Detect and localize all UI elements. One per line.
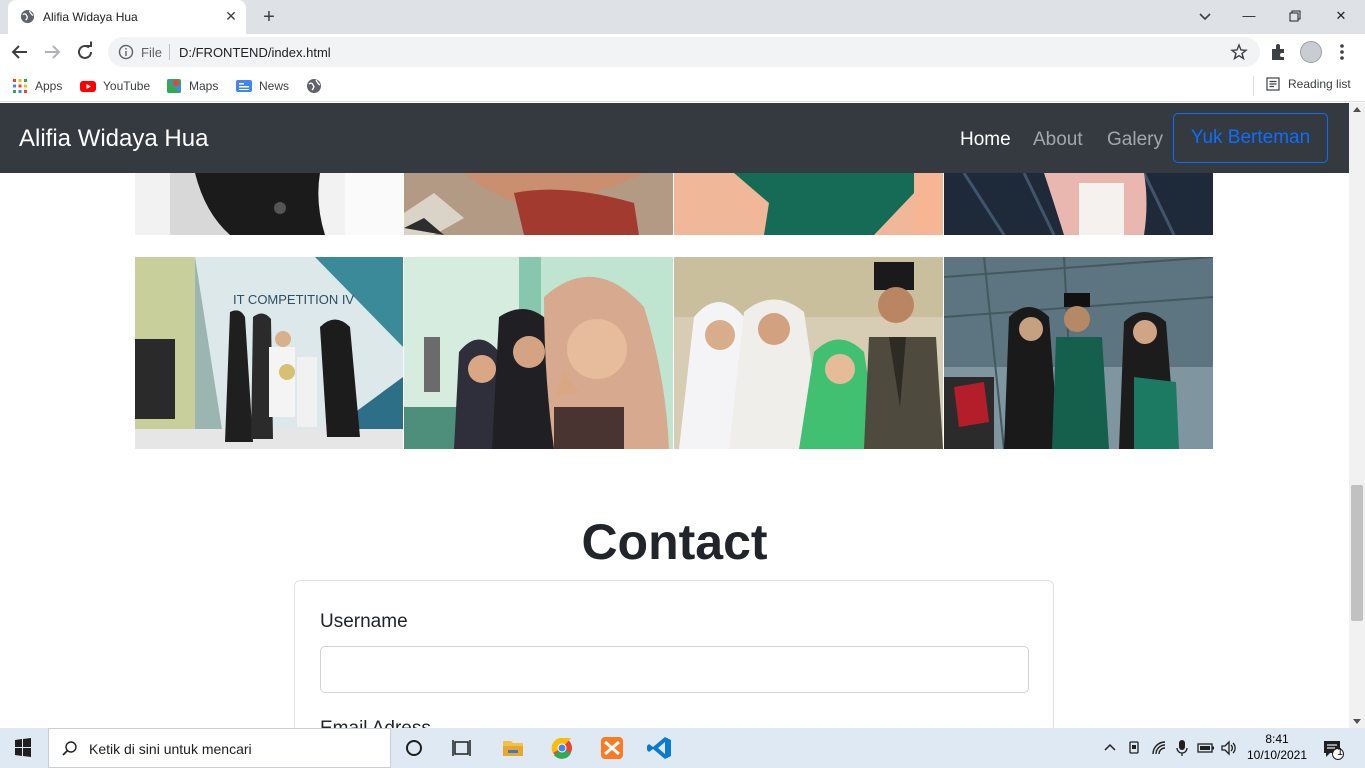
page-viewport: Alifia Widaya Hua Home About Galery Yuk … [0, 103, 1349, 728]
tab-title: Alifia Widaya Hua [43, 10, 138, 24]
scroll-up-arrow-icon[interactable] [1353, 107, 1361, 112]
url-text[interactable]: D:/FRONTEND/index.html [179, 45, 331, 60]
gallery-photo [944, 173, 1213, 235]
url-scheme-label: File [141, 45, 162, 60]
chrome-menu-icon[interactable] [1338, 42, 1346, 62]
wifi-icon[interactable] [1150, 739, 1168, 757]
bookmarks-bar: Apps YouTube Maps News Reading list [0, 70, 1365, 102]
globe-bookmark-icon[interactable] [306, 78, 322, 94]
apps-grid-icon [13, 79, 27, 93]
browser-tab[interactable]: Alifia Widaya Hua ✕ [8, 0, 246, 34]
microphone-icon[interactable] [1173, 739, 1191, 757]
username-input[interactable] [320, 646, 1029, 693]
bookmark-label: Maps [189, 79, 219, 93]
globe-icon [20, 9, 35, 24]
youtube-icon [80, 81, 96, 92]
usb-device-icon[interactable] [1125, 739, 1143, 757]
news-icon [236, 80, 252, 92]
gallery-photo-it-competition: IT COMPETITION IV [135, 257, 403, 449]
gallery-photo [674, 173, 943, 235]
reading-list-label: Reading list [1288, 77, 1351, 91]
omnibox-divider [169, 44, 170, 60]
xampp-icon[interactable] [590, 728, 634, 768]
bookmark-news[interactable]: News [236, 77, 289, 95]
bookmarks-divider [1253, 76, 1254, 96]
yuk-berteman-button[interactable]: Yuk Berteman [1173, 113, 1328, 163]
bookmark-maps[interactable]: Maps [166, 77, 218, 95]
browser-toolbar: File D:/FRONTEND/index.html [0, 34, 1365, 70]
cortana-icon[interactable] [392, 728, 436, 768]
bookmark-youtube[interactable]: YouTube [80, 77, 150, 95]
bookmark-label: News [259, 79, 290, 93]
bookmark-label: Apps [35, 79, 63, 93]
page-scrollbar[interactable] [1349, 103, 1365, 728]
new-tab-icon[interactable]: + [258, 6, 280, 28]
minimize-icon[interactable]: — [1226, 4, 1272, 28]
reading-list-icon [1266, 77, 1280, 91]
nav-link-home[interactable]: Home [960, 129, 1011, 151]
profile-avatar[interactable] [1300, 41, 1322, 63]
forward-icon[interactable] [40, 40, 64, 64]
email-label: Email Adress [320, 718, 431, 728]
taskbar-search-box[interactable]: Ketik di sini untuk mencari [48, 728, 391, 768]
gallery-photo-selfie [404, 257, 673, 449]
file-explorer-icon[interactable] [491, 728, 535, 768]
navbar-brand[interactable]: Alifia Widaya Hua [19, 125, 208, 153]
gallery-photo [404, 173, 673, 235]
nav-link-galery[interactable]: Galery [1107, 129, 1163, 151]
volume-icon[interactable] [1220, 739, 1238, 757]
bookmark-apps[interactable]: Apps [12, 77, 62, 95]
window-close-icon[interactable]: ✕ [1318, 4, 1364, 28]
clock-date: 10/10/2021 [1246, 748, 1308, 762]
search-placeholder: Ketik di sini untuk mencari [89, 741, 252, 757]
extensions-puzzle-icon[interactable] [1269, 42, 1289, 62]
address-bar[interactable]: File D:/FRONTEND/index.html [108, 37, 1260, 67]
username-label: Username [320, 611, 408, 632]
search-icon [62, 741, 77, 756]
notification-count-badge: 1 [1337, 747, 1343, 758]
gallery-photo-group [944, 257, 1213, 449]
tab-search-icon[interactable] [1195, 6, 1215, 26]
site-navbar: Alifia Widaya Hua Home About Galery Yuk … [0, 103, 1349, 173]
scroll-thumb[interactable] [1351, 485, 1363, 621]
task-view-icon[interactable] [440, 728, 484, 768]
clock-time: 8:41 [1265, 732, 1289, 746]
contact-form-card: Username Email Adress [294, 580, 1054, 728]
reading-list-button[interactable]: Reading list [1266, 77, 1351, 91]
close-tab-icon[interactable]: ✕ [223, 8, 239, 24]
tab-strip: Alifia Widaya Hua ✕ + — ✕ [0, 0, 1365, 34]
windows-start-icon[interactable] [0, 728, 46, 768]
restore-icon[interactable] [1272, 4, 1318, 28]
maps-icon [167, 79, 181, 93]
windows-taskbar: Ketik di sini untuk mencari 8:41 10/10/2… [0, 728, 1365, 768]
scroll-down-arrow-icon[interactable] [1353, 719, 1361, 724]
bookmark-star-icon[interactable] [1230, 43, 1248, 61]
site-info-icon[interactable] [118, 44, 134, 60]
gallery-photo [135, 173, 403, 235]
svg-text:IT COMPETITION IV: IT COMPETITION IV [233, 292, 354, 307]
show-hidden-icons-icon[interactable] [1101, 739, 1119, 757]
reload-icon[interactable] [73, 40, 97, 64]
contact-heading: Contact [581, 514, 768, 570]
chrome-icon[interactable] [540, 728, 584, 768]
back-icon[interactable] [8, 40, 32, 64]
gallery-photo-family [674, 257, 943, 449]
bookmark-label: YouTube [103, 79, 151, 93]
vscode-icon[interactable] [638, 728, 682, 768]
nav-link-about[interactable]: About [1033, 129, 1083, 151]
system-clock[interactable]: 8:41 10/10/2021 [1240, 731, 1314, 763]
battery-icon[interactable] [1197, 739, 1215, 757]
